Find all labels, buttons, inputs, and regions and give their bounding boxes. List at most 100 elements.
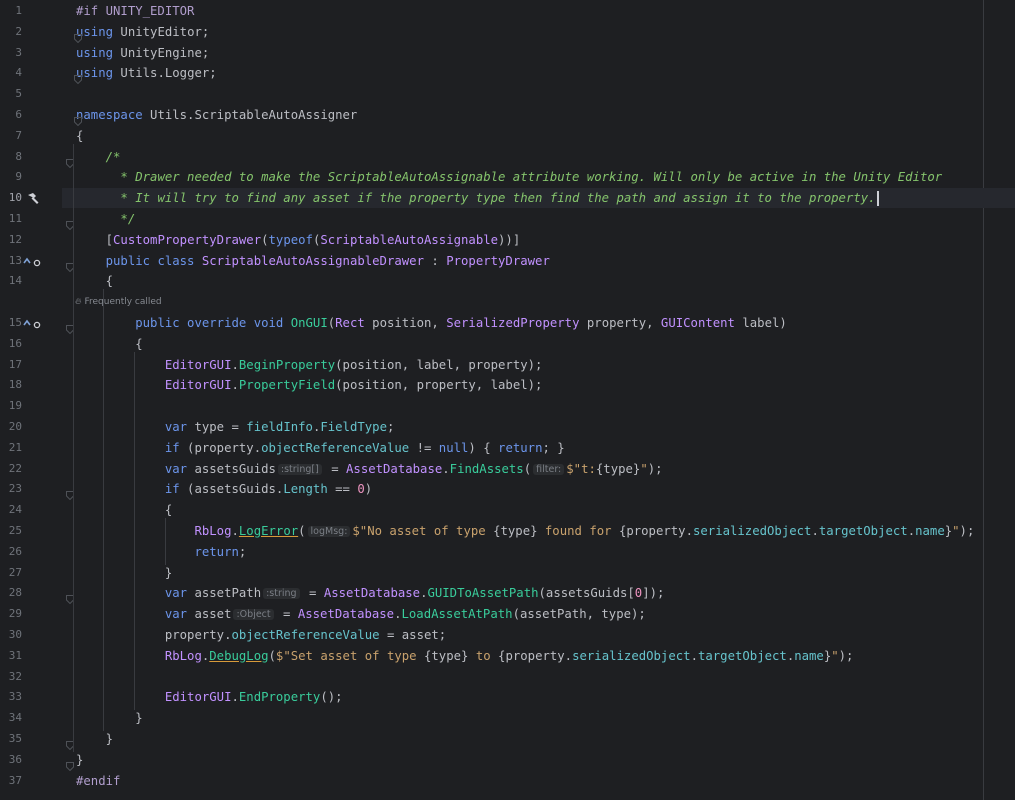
implemented-override-icon[interactable] [22, 254, 44, 268]
code-token: return [498, 440, 543, 455]
code-token: } [76, 711, 143, 726]
line-number: 22 [8, 461, 22, 475]
line-number: 35 [8, 732, 22, 745]
code-line-text: } [76, 750, 83, 770]
code-token: position, [364, 316, 447, 330]
fold-marker-icon[interactable] [74, 69, 82, 85]
flame-icon: 🔥︎ [75, 297, 82, 307]
code-token: { [76, 274, 114, 289]
fold-marker-icon[interactable] [74, 28, 82, 44]
inlay-hint[interactable]: :string [263, 588, 300, 600]
line-number: 11 [8, 212, 22, 225]
code-token: {type} [493, 524, 538, 538]
code-token: : [423, 253, 447, 268]
code-token: ( [298, 524, 306, 538]
code-line-text: } [76, 563, 172, 583]
line-number-gutter[interactable]: 1 2 3 4 5 6 7 8 9 10 11 12 13 14 15 16 17 18 19 20 21 22 23 24 2… [0, 0, 62, 800]
inlay-hint[interactable]: filter: [533, 463, 565, 475]
code-token: public override void [135, 316, 284, 330]
implemented-override-icon[interactable] [22, 316, 44, 330]
line-number: 3 [15, 45, 22, 59]
code-token: == [327, 482, 358, 497]
code-token: PropertyDrawer [446, 253, 550, 268]
code-token: asset [187, 607, 232, 622]
line-number: 20 [8, 420, 22, 433]
code-token: } [76, 752, 84, 767]
code-token: type = [187, 420, 247, 434]
indent-guide [103, 289, 104, 731]
code-token: . [442, 461, 450, 476]
code-token: ( [523, 461, 532, 476]
inlay-hint[interactable]: logMsg: [307, 526, 351, 537]
code-line-text: } [76, 708, 143, 728]
code-line-text: public class ScriptableAutoAssignableDra… [76, 251, 550, 271]
code-token: */ [105, 212, 136, 226]
code-token: var [164, 461, 188, 476]
line-number: 26 [8, 544, 22, 558]
hammer-icon[interactable] [26, 191, 40, 205]
line-number: 8 [15, 149, 22, 163]
code-token: RbLog [164, 648, 202, 663]
code-token: null [438, 440, 469, 455]
code-token: { [76, 503, 173, 518]
line-number: 19 [8, 399, 22, 413]
code-token: Rect [335, 316, 365, 330]
code-token: assetPath [187, 586, 262, 601]
code-line-text: EditorGUI.PropertyField(position, proper… [76, 375, 543, 395]
code-token: DebugLog [209, 648, 269, 663]
code-token: EndProperty [238, 690, 321, 705]
code-line-text: /* [76, 147, 121, 167]
code-line-text: var asset:Object = AssetDatabase.LoadAss… [76, 604, 646, 626]
code-line-text: * Drawer needed to make the ScriptableAu… [76, 167, 942, 187]
fold-marker-icon[interactable] [74, 111, 82, 127]
code-token: AssetDatabase [297, 607, 395, 622]
fold-marker-icon[interactable] [66, 756, 74, 772]
code-token: var [164, 420, 188, 434]
code-token: (); [320, 690, 343, 705]
code-vision-hint[interactable]: 🔥︎ Frequently called [75, 295, 162, 309]
code-token: AssetDatabase [346, 461, 443, 476]
code-token: typeof [268, 232, 313, 247]
code-token: . [811, 524, 819, 538]
code-token: " [640, 461, 648, 476]
code-token: assetsGuids [187, 461, 276, 476]
line-number: 14 [8, 274, 22, 288]
code-token: ); [838, 648, 854, 663]
code-editor[interactable]: 1 2 3 4 5 6 7 8 9 10 11 12 13 14 15 16 17 18 19 20 21 22 23 24 2… [0, 0, 1015, 800]
code-token: name [915, 524, 945, 538]
code-line-text: if (property.objectReferenceValue != nul… [76, 438, 565, 458]
code-line-text: } [76, 729, 113, 749]
code-line-text: { [76, 500, 172, 520]
inlay-hint[interactable]: :string[] [277, 463, 322, 475]
code-token: var [164, 607, 188, 622]
code-token: } [76, 732, 114, 746]
code-token: property. [76, 628, 232, 642]
code-token: $"Set asset of type [275, 648, 424, 663]
text-caret [876, 191, 879, 207]
line-number: 23 [8, 482, 22, 496]
inlay-hint[interactable]: :Object [233, 609, 274, 621]
code-line-text: EditorGUI.EndProperty(); [76, 687, 343, 707]
code-token: ScriptableAutoAssignable [320, 232, 499, 247]
code-token: . [231, 690, 239, 705]
code-vision-hint-text: Frequently called [84, 297, 162, 307]
code-token: fieldInfo [246, 420, 313, 434]
line-number: 18 [8, 378, 22, 392]
code-token: (property. [179, 440, 262, 455]
code-area[interactable]: #if UNITY_EDITOR using UnityEditor; using … [62, 0, 1015, 800]
code-line-text: RbLog. DebugLog($"Set asset of type {type… [76, 646, 854, 666]
code-token: {property. [498, 648, 573, 663]
code-token: . [690, 648, 698, 663]
code-token: #if UNITY_EDITOR [76, 4, 195, 18]
